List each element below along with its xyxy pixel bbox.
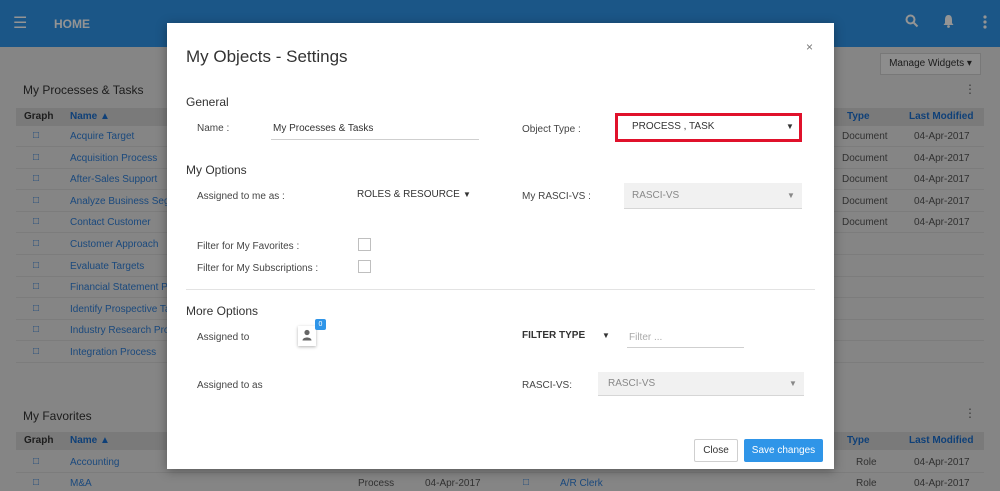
rasci-vs-value: RASCI-VS bbox=[608, 378, 656, 389]
user-picker-button[interactable] bbox=[298, 326, 316, 346]
favorites-filter-label: Filter for My Favorites : bbox=[197, 241, 300, 252]
name-input[interactable]: My Processes & Tasks bbox=[273, 123, 373, 134]
assigned-count-badge: 0 bbox=[315, 319, 326, 330]
assigned-to-label: Assigned to bbox=[197, 332, 250, 343]
object-type-highlight bbox=[615, 113, 802, 142]
name-input-underline bbox=[271, 139, 479, 140]
assigned-as-label: Assigned to as bbox=[197, 380, 263, 391]
object-type-label: Object Type : bbox=[522, 124, 581, 135]
modal-title: My Objects - Settings bbox=[186, 47, 348, 66]
name-label: Name : bbox=[197, 123, 230, 134]
subscriptions-filter-label: Filter for My Subscriptions : bbox=[197, 263, 319, 274]
general-heading: General bbox=[186, 95, 229, 109]
save-changes-button[interactable]: Save changes bbox=[744, 439, 823, 462]
assigned-role-value: ROLES & RESOURCE bbox=[357, 189, 460, 200]
my-rasci-select[interactable]: RASCI-VS ▼ bbox=[624, 183, 802, 209]
my-options-heading: My Options bbox=[186, 163, 247, 177]
settings-modal: My Objects - Settings × General Name : M… bbox=[167, 23, 834, 469]
chevron-down-icon: ▼ bbox=[789, 379, 797, 388]
more-options-heading: More Options bbox=[186, 304, 259, 318]
divider bbox=[186, 289, 815, 290]
user-icon bbox=[302, 329, 312, 344]
assigned-to-me-label: Assigned to me as : bbox=[197, 191, 285, 202]
close-icon[interactable]: × bbox=[806, 40, 813, 54]
assigned-role-select[interactable]: ROLES & RESOURCE ▼ bbox=[357, 184, 482, 204]
chevron-down-icon: ▼ bbox=[602, 331, 610, 340]
favorites-checkbox[interactable] bbox=[358, 238, 371, 251]
close-button[interactable]: Close bbox=[694, 439, 738, 462]
filter-input[interactable]: Filter ... bbox=[627, 328, 744, 348]
rasci-vs-label: RASCI-VS: bbox=[522, 380, 573, 391]
chevron-down-icon: ▼ bbox=[787, 191, 795, 200]
filter-type-select[interactable]: FILTER TYPE ▼ bbox=[522, 326, 612, 346]
my-rasci-value: RASCI-VS bbox=[632, 190, 680, 201]
my-rasci-label: My RASCI-VS : bbox=[522, 191, 591, 202]
chevron-down-icon: ▼ bbox=[463, 190, 471, 199]
subscriptions-checkbox[interactable] bbox=[358, 260, 371, 273]
filter-type-value: FILTER TYPE bbox=[522, 330, 586, 341]
rasci-vs-select[interactable]: RASCI-VS ▼ bbox=[598, 372, 804, 396]
